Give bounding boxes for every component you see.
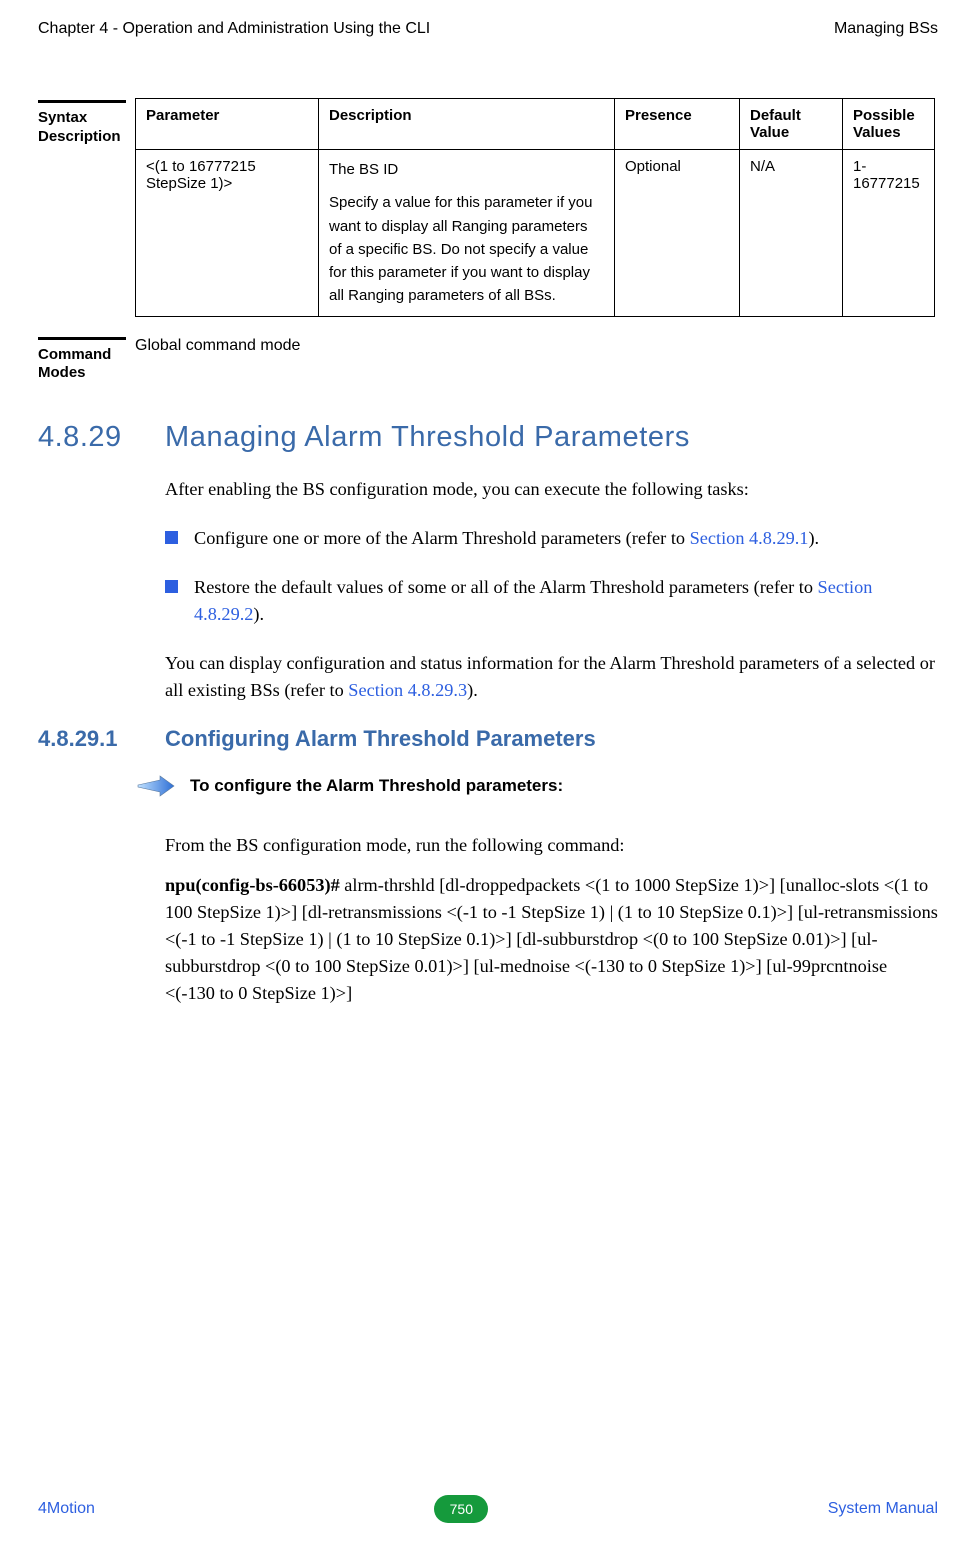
sec29-para2: You can display configuration and status… [165,650,938,704]
command-text: npu(config-bs-66053)# alrm-thrshld [dl-d… [165,872,938,1007]
col-description: Description [319,99,615,150]
section-4-8-29-title: Managing Alarm Threshold Parameters [165,421,690,454]
command-modes-l2: Modes [38,364,135,383]
footer-left: 4Motion [38,1500,95,1518]
cell-possible: 1-16777215 [843,150,935,317]
syntax-label-line2: Description [38,128,135,147]
table-header-row: Parameter Description Presence Default V… [136,99,935,150]
bullet-2-text-a: Restore the default values of some or al… [194,577,818,597]
sec29-p2-c: ). [467,680,478,700]
section-4-8-29-number: 4.8.29 [38,421,165,454]
bullet-1-text-a: Configure one or more of the Alarm Thres… [194,528,690,548]
syntax-label-line1: Syntax [38,109,135,128]
section-4-8-29-1-title: Configuring Alarm Threshold Parameters [165,726,596,752]
col-parameter: Parameter [136,99,319,150]
cell-parameter: <(1 to 16777215 StepSize 1)> [136,150,319,317]
page-footer: 4Motion 750 System Manual [38,1495,938,1523]
link-section-4-8-29-3[interactable]: Section 4.8.29.3 [348,680,467,700]
syntax-table: Parameter Description Presence Default V… [135,98,935,317]
page-number-pill: 750 [434,1495,488,1523]
bullet-2: Restore the default values of some or al… [165,574,938,628]
bullet-1: Configure one or more of the Alarm Thres… [165,525,938,552]
col-presence: Presence [615,99,740,150]
cell-desc-line1: The BS ID [329,158,604,181]
arrow-right-icon [136,774,176,798]
header-left: Chapter 4 - Operation and Administration… [38,20,430,38]
footer-right: System Manual [828,1500,938,1518]
command-modes-label: Command Modes [38,335,135,384]
section-4-8-29-1-number: 4.8.29.1 [38,726,165,752]
header-right: Managing BSs [834,20,938,38]
command-prompt: npu(config-bs-66053)# [165,875,344,895]
bullet-square-icon [165,580,178,593]
col-possible: Possible Values [843,99,935,150]
col-default: Default Value [740,99,843,150]
link-section-4-8-29-1[interactable]: Section 4.8.29.1 [690,528,809,548]
command-modes-l1: Command [38,346,135,365]
cell-presence: Optional [615,150,740,317]
bullet-1-text-c: ). [808,528,819,548]
to-configure-heading: To configure the Alarm Threshold paramet… [190,776,563,796]
table-row: <(1 to 16777215 StepSize 1)> The BS ID S… [136,150,935,317]
cell-desc-line2: Specify a value for this parameter if yo… [329,191,604,307]
sec29-intro: After enabling the BS configuration mode… [165,476,938,503]
sec29-p2-a: You can display configuration and status… [165,653,935,700]
syntax-description-label: Syntax Description [38,98,135,147]
run-command-text: From the BS configuration mode, run the … [165,832,938,859]
command-modes-value: Global command mode [135,335,300,355]
bullet-2-text-c: ). [253,604,264,624]
cell-default: N/A [740,150,843,317]
bullet-square-icon [165,531,178,544]
cell-description: The BS ID Specify a value for this param… [319,150,615,317]
